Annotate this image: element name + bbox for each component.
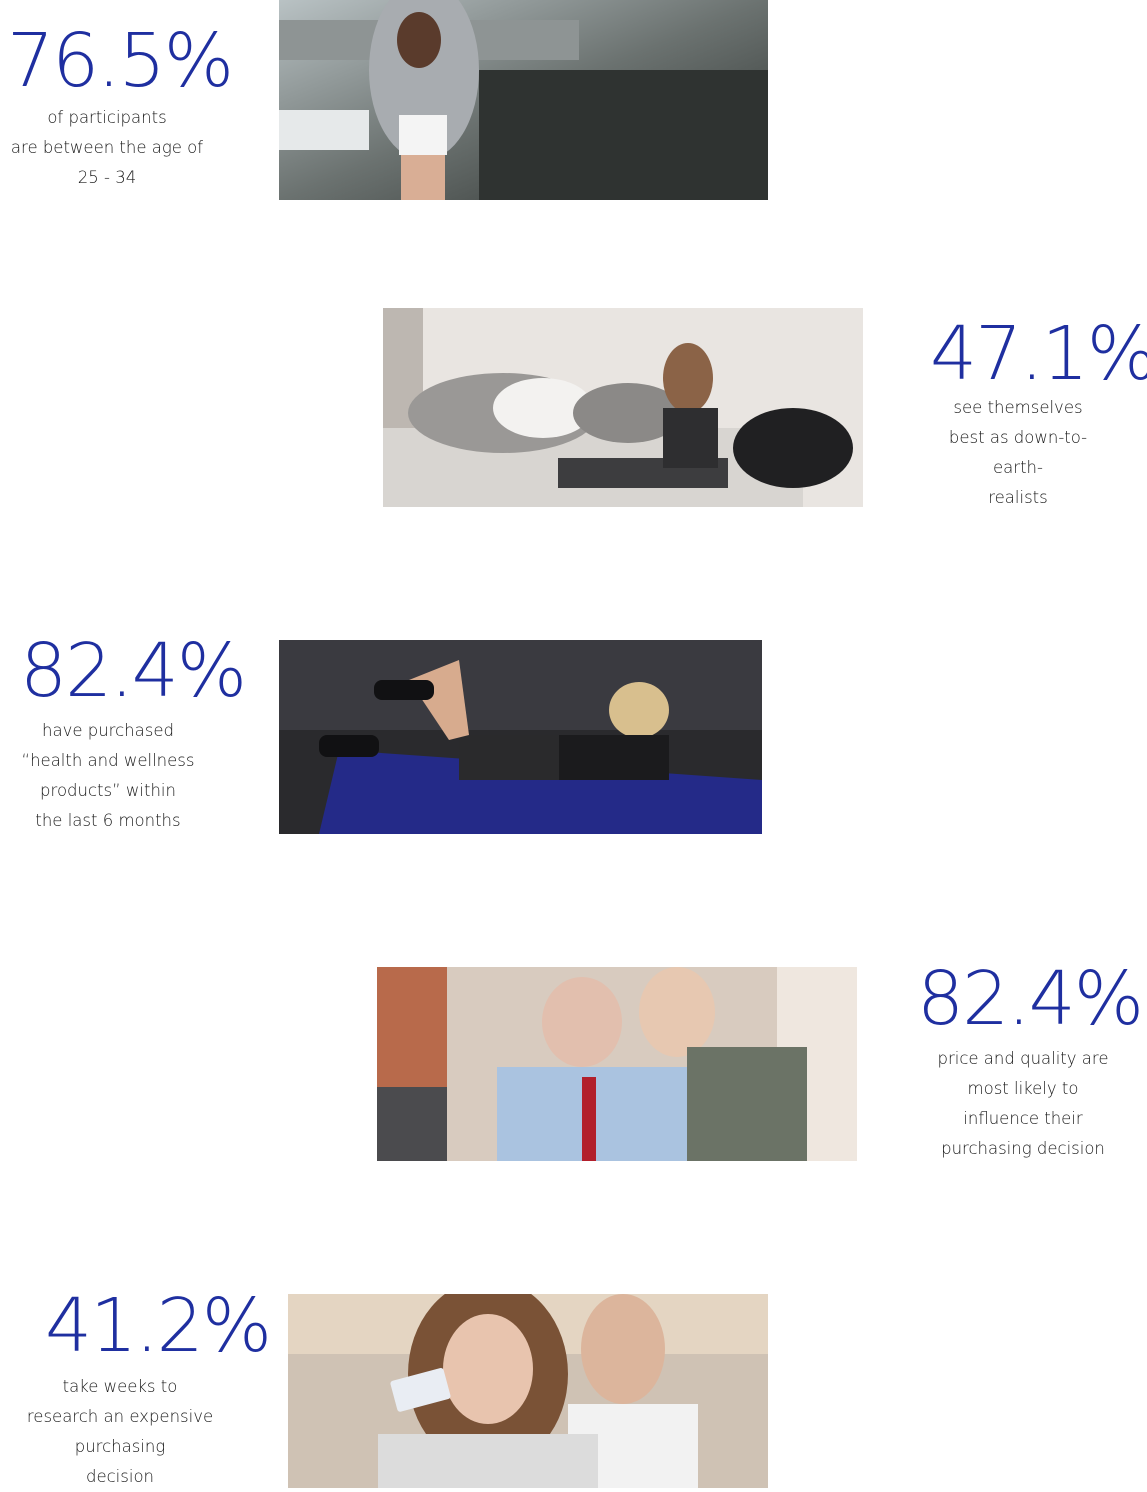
stat-5-percentage: 41.2% xyxy=(45,1283,272,1369)
stat-4-caption: price and quality are most likely to inf… xyxy=(923,1044,1123,1164)
stat-4-caption-line: influence their xyxy=(963,1109,1083,1128)
stat-1-percentage: 76.5% xyxy=(7,18,234,104)
stat-2-caption: see themselves best as down-to- earth- r… xyxy=(918,393,1118,513)
photo-woman-doing-crunches xyxy=(279,640,762,834)
stat-3-caption: have purchased “health and wellness prod… xyxy=(8,716,208,836)
stat-1-caption: of participants are between the age of 2… xyxy=(0,103,214,193)
stat-3-caption-line: products” within xyxy=(40,781,176,800)
stat-5-caption-line: take weeks to xyxy=(62,1377,178,1396)
stat-2-caption-line: earth- xyxy=(993,458,1043,477)
stat-5-caption-line: purchasing xyxy=(74,1437,166,1456)
stat-1-caption-line: of participants xyxy=(47,108,167,127)
stat-5-caption-line: research an expensive xyxy=(26,1407,214,1426)
photo-woman-stretching-on-dock xyxy=(279,0,768,200)
stat-4-caption-line: most likely to xyxy=(967,1079,1079,1098)
photo-woman-relaxing-on-bed xyxy=(383,308,863,507)
photo-couple-holding-credit-card xyxy=(288,1294,768,1488)
stat-1-caption-line: are between the age of xyxy=(10,138,204,157)
stat-4-percentage: 82.4% xyxy=(917,956,1144,1042)
stat-3-caption-line: the last 6 months xyxy=(35,811,181,830)
stat-3-caption-line: “health and wellness xyxy=(21,751,195,770)
stat-4-caption-line: purchasing decision xyxy=(941,1139,1105,1158)
stat-2-percentage: 47.1% xyxy=(930,311,1147,397)
photo-woman-and-older-man-at-laptop xyxy=(377,967,857,1161)
stat-2-caption-line: best as down-to- xyxy=(948,428,1088,447)
stat-2-caption-line: realists xyxy=(988,488,1048,507)
stat-1-caption-line: 25 - 34 xyxy=(77,168,137,187)
stat-4-caption-line: price and quality are xyxy=(937,1049,1109,1068)
stat-5-caption: take weeks to research an expensive purc… xyxy=(20,1372,220,1492)
stat-2-caption-line: see themselves xyxy=(953,398,1083,417)
stat-3-caption-line: have purchased xyxy=(42,721,174,740)
stat-3-percentage: 82.4% xyxy=(20,628,247,714)
